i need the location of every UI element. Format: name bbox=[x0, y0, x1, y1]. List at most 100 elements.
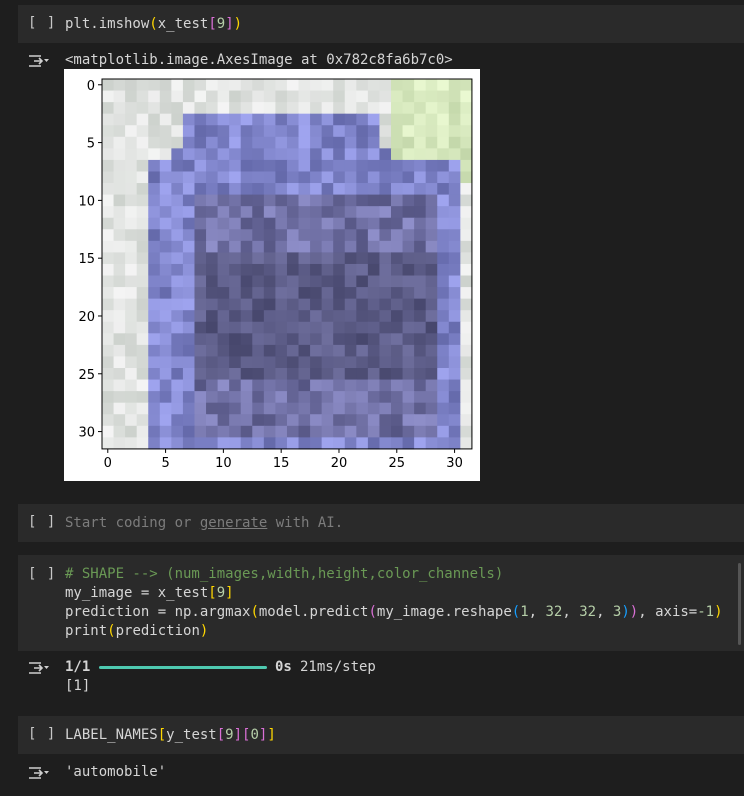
x-tick-label: 0 bbox=[104, 456, 112, 471]
image-pixel bbox=[298, 252, 311, 265]
y-tick-label: 5 bbox=[87, 137, 95, 152]
code-line[interactable]: print(prediction) bbox=[65, 622, 208, 641]
image-pixel bbox=[298, 125, 311, 138]
image-pixel bbox=[402, 159, 415, 173]
image-pixel bbox=[113, 183, 126, 196]
image-pixel bbox=[286, 125, 300, 138]
image-pixel bbox=[263, 425, 276, 438]
code-cell-1[interactable]: [ ] plt.imshow(x_test[9]) bbox=[18, 5, 744, 43]
run-cell-button[interactable]: [ ] bbox=[28, 514, 56, 530]
image-pixel bbox=[379, 159, 392, 173]
image-pixel bbox=[310, 298, 323, 311]
run-cell-button[interactable]: [ ] bbox=[28, 726, 56, 742]
image-pixel bbox=[460, 206, 473, 219]
image-pixel bbox=[194, 113, 207, 126]
image-pixel bbox=[356, 333, 369, 346]
cell-scrollbar[interactable] bbox=[738, 563, 741, 645]
output-toggle-icon[interactable] bbox=[28, 660, 50, 676]
image-pixel bbox=[448, 90, 461, 103]
image-pixel bbox=[321, 240, 334, 253]
image-pixel bbox=[102, 229, 115, 242]
image-pixel bbox=[402, 79, 415, 92]
image-pixel bbox=[171, 194, 184, 207]
image-pixel bbox=[333, 240, 346, 253]
image-pixel bbox=[182, 206, 196, 219]
image-pixel bbox=[356, 136, 369, 149]
image-pixel bbox=[252, 229, 265, 242]
code-line[interactable]: # SHAPE --> (num_images,width,height,col… bbox=[65, 565, 503, 584]
image-pixel bbox=[379, 229, 392, 242]
image-pixel bbox=[102, 368, 115, 381]
image-pixel bbox=[240, 217, 253, 230]
image-pixel bbox=[286, 287, 300, 300]
image-pixel bbox=[102, 344, 115, 358]
image-pixel bbox=[414, 171, 427, 184]
image-pixel bbox=[356, 402, 369, 415]
image-pixel bbox=[240, 252, 253, 265]
output-toggle-icon[interactable] bbox=[28, 53, 50, 69]
image-pixel bbox=[310, 102, 323, 115]
image-pixel bbox=[217, 321, 230, 334]
image-pixel bbox=[310, 194, 323, 207]
image-pixel bbox=[102, 321, 115, 334]
image-pixel bbox=[263, 79, 276, 92]
cell-placeholder[interactable]: Start coding or generate with AI. bbox=[65, 514, 343, 533]
image-pixel bbox=[448, 368, 461, 381]
output-toggle-icon[interactable] bbox=[28, 765, 50, 781]
image-pixel bbox=[310, 344, 323, 358]
image-pixel bbox=[425, 148, 438, 161]
image-pixel bbox=[298, 240, 311, 253]
image-pixel bbox=[275, 252, 288, 265]
image-pixel bbox=[182, 391, 196, 404]
image-pixel bbox=[240, 298, 253, 311]
image-pixel bbox=[333, 368, 346, 381]
image-pixel bbox=[136, 287, 149, 300]
code-cell-4[interactable]: [ ] LABEL_NAMES[y_test[9][0]] bbox=[18, 716, 744, 754]
image-pixel bbox=[217, 368, 230, 381]
image-pixel bbox=[171, 136, 184, 149]
image-pixel bbox=[321, 391, 334, 404]
image-pixel bbox=[102, 136, 115, 149]
generate-link[interactable]: generate bbox=[200, 515, 267, 531]
code-line[interactable]: my_image = x_test[9] bbox=[65, 584, 234, 603]
image-pixel bbox=[298, 344, 311, 358]
image-pixel bbox=[263, 368, 276, 381]
image-pixel bbox=[171, 229, 184, 242]
image-pixel bbox=[159, 275, 172, 288]
image-pixel bbox=[159, 356, 172, 369]
image-pixel bbox=[113, 391, 126, 404]
image-pixel bbox=[148, 125, 161, 138]
image-pixel bbox=[437, 310, 450, 323]
image-pixel bbox=[275, 240, 288, 253]
image-pixel bbox=[425, 333, 438, 346]
image-pixel bbox=[125, 275, 138, 288]
run-cell-button[interactable]: [ ] bbox=[28, 566, 56, 582]
code-cell-2[interactable]: [ ] Start coding or generate with AI. bbox=[18, 504, 744, 542]
image-pixel bbox=[206, 344, 219, 358]
image-pixel bbox=[252, 79, 265, 92]
image-pixel bbox=[125, 90, 138, 103]
image-pixel bbox=[194, 148, 207, 161]
code-line[interactable]: plt.imshow(x_test[9]) bbox=[65, 15, 242, 34]
code-cell-3[interactable]: [ ] # SHAPE --> (num_images,width,height… bbox=[18, 555, 744, 651]
code-line[interactable]: prediction = np.argmax(model.predict(my_… bbox=[65, 603, 723, 622]
image-pixel bbox=[437, 344, 450, 358]
image-pixel bbox=[240, 113, 253, 126]
image-pixel bbox=[356, 148, 369, 161]
image-pixel bbox=[125, 368, 138, 381]
code-line[interactable]: LABEL_NAMES[y_test[9][0]] bbox=[65, 726, 276, 745]
run-cell-button[interactable]: [ ] bbox=[28, 15, 56, 31]
image-pixel bbox=[206, 310, 219, 323]
image-pixel bbox=[263, 333, 276, 346]
image-pixel bbox=[321, 263, 334, 277]
image-pixel bbox=[148, 148, 161, 161]
image-pixel bbox=[263, 240, 276, 253]
image-pixel bbox=[391, 333, 404, 346]
image-pixel bbox=[321, 159, 334, 173]
image-pixel bbox=[379, 425, 392, 438]
image-pixel bbox=[263, 263, 276, 277]
image-pixel bbox=[344, 217, 357, 230]
image-pixel bbox=[182, 194, 196, 207]
image-pixel bbox=[448, 252, 461, 265]
image-pixel bbox=[217, 333, 230, 346]
